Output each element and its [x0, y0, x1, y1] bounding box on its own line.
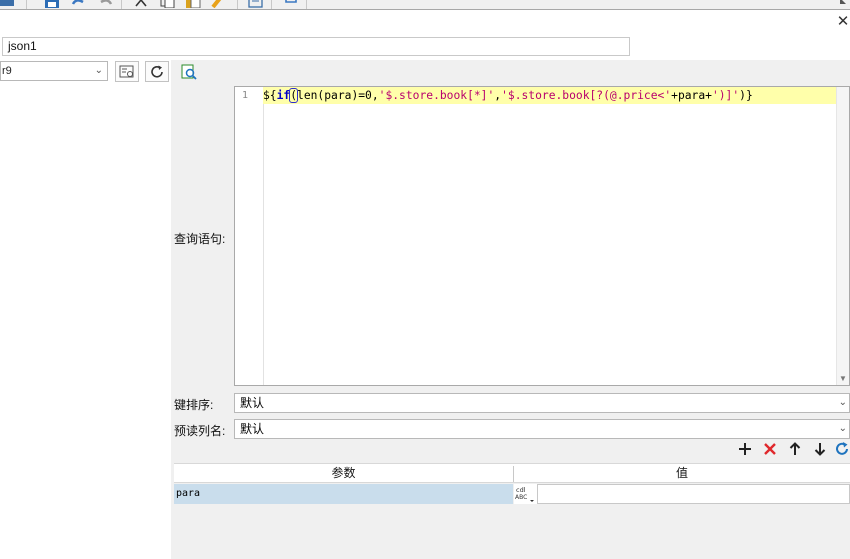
code-bracket-match: ( — [289, 88, 299, 103]
move-down-button[interactable] — [811, 440, 829, 458]
svg-text:ABC: ABC — [515, 494, 527, 501]
datasource-select[interactable]: r9 ⌄ — [0, 61, 108, 81]
chevron-down-icon: ⌄ — [838, 397, 847, 408]
edit-connection-icon — [119, 65, 134, 77]
arrow-up-icon — [789, 442, 801, 455]
sort-select[interactable]: 默认 ⌄ — [234, 393, 850, 413]
undo-icon[interactable] — [70, 0, 86, 8]
add-param-button[interactable] — [736, 440, 754, 458]
toolbar-divider — [0, 9, 850, 10]
connection-icon[interactable] — [283, 0, 299, 8]
code-token: ${ — [263, 89, 277, 102]
refresh-params-button[interactable] — [834, 440, 850, 458]
line-number: 1 — [242, 90, 249, 101]
refresh-connection-button[interactable] — [145, 61, 169, 82]
code-token: len(para)=0, — [297, 89, 379, 102]
chevron-down-icon: ⌄ — [838, 423, 847, 434]
line-gutter: 1 — [235, 87, 264, 385]
scroll-down-icon[interactable]: ▼ — [839, 374, 847, 383]
param-table: 参数 值 para cdl ABC — [174, 463, 850, 559]
code-string: '$.store.book[*]' — [378, 89, 495, 102]
left-panel — [0, 60, 171, 559]
abc-type-icon: cdl ABC — [515, 486, 534, 502]
edit-connection-button[interactable] — [115, 61, 139, 82]
code-string: ')]' — [711, 89, 740, 102]
column-header-param[interactable]: 参数 — [174, 464, 513, 484]
table-row-param-cell[interactable]: para — [174, 484, 513, 504]
editor-scrollbar[interactable]: ▼ — [836, 87, 849, 385]
refresh-icon — [151, 65, 163, 78]
refresh-icon — [836, 442, 848, 455]
sort-label: 键排序: — [174, 398, 214, 412]
scroll-right-icon[interactable] — [836, 0, 850, 9]
code-string: '$.store.book[?(@.price<' — [501, 89, 672, 102]
code-keyword: if — [276, 89, 291, 102]
save-icon[interactable] — [44, 0, 60, 8]
preview-columns-label: 预读列名: — [174, 424, 226, 438]
table-header: 参数 值 — [174, 463, 850, 483]
svg-text:cdl: cdl — [516, 486, 526, 494]
table-row-value-input[interactable] — [537, 484, 850, 504]
redo-icon[interactable] — [98, 0, 114, 8]
dataset-name-input[interactable]: json1 — [2, 37, 630, 56]
delete-x-icon — [764, 443, 776, 455]
cut-icon[interactable] — [133, 0, 149, 8]
delete-param-button[interactable] — [761, 440, 779, 458]
preview-columns-select[interactable]: 默认 ⌄ — [234, 419, 850, 439]
chevron-down-icon: ⌄ — [94, 65, 103, 76]
code-token: )} — [739, 89, 753, 102]
query-label: 查询语句: — [174, 232, 226, 246]
query-editor[interactable]: 1 ${if(len(para)=0,'$.store.book[*]','$.… — [234, 86, 850, 386]
code-line-1[interactable]: ${if(len(para)=0,'$.store.book[*]','$.st… — [263, 87, 837, 104]
move-up-button[interactable] — [786, 440, 804, 458]
code-token: +para+ — [671, 89, 712, 102]
paste-icon[interactable] — [185, 0, 201, 8]
edit-window-icon[interactable] — [0, 0, 16, 8]
format-brush-icon[interactable] — [211, 0, 227, 8]
dataset-icon[interactable] — [248, 0, 264, 8]
value-type-button[interactable]: cdl ABC — [514, 484, 537, 504]
arrow-down-icon — [814, 443, 826, 456]
preview-columns-value: 默认 — [240, 422, 265, 436]
preview-data-icon[interactable] — [181, 64, 197, 80]
main-toolbar — [0, 0, 850, 9]
close-icon[interactable]: ✕ — [836, 14, 850, 30]
datasource-value: r9 — [2, 65, 12, 77]
copy-icon[interactable] — [159, 0, 175, 8]
sort-value: 默认 — [240, 396, 265, 410]
column-header-value[interactable]: 值 — [514, 464, 850, 484]
plus-icon — [739, 443, 751, 455]
